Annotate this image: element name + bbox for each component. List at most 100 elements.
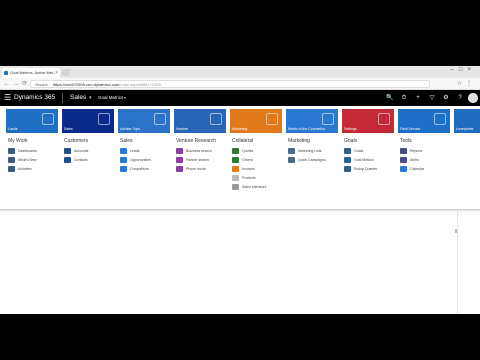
menu-item[interactable]: Rollup Queries xyxy=(344,165,398,174)
browser-menu-icons[interactable]: ☆⋮ xyxy=(457,80,476,87)
menu-item-icon xyxy=(400,148,407,154)
menu-item-label: Alerts xyxy=(410,158,419,162)
menu-item-label: Activities xyxy=(18,167,32,171)
area-tile[interactable]: Lands xyxy=(6,109,58,133)
url-field[interactable]: Secure https://crm572905.crm.dynamics.co… xyxy=(30,80,430,88)
menu-item[interactable]: Orders xyxy=(232,156,286,165)
menu-item[interactable]: Competitors xyxy=(120,165,174,174)
breadcrumb[interactable]: Goal Metrics xyxy=(98,90,123,106)
browser-tab[interactable]: Goal Metrics: Active Met... × xyxy=(2,68,60,78)
area-tile[interactable]: Sales xyxy=(62,109,114,133)
avatar[interactable] xyxy=(468,93,478,103)
menu-column: Venture Research Business search Partner s… xyxy=(176,137,230,174)
menu-column: Marketing Marketing Lists Quick Campaigns xyxy=(288,137,342,165)
menu-item[interactable]: Phone mode xyxy=(176,165,230,174)
menu-item-icon xyxy=(400,166,407,172)
browser-tab-strip: Goal Metrics: Active Met... × –□× xyxy=(0,66,480,78)
url-host: https://crm572905.crm.dynamics.com xyxy=(52,82,120,87)
tile-label: Venture xyxy=(176,127,189,131)
menu-item[interactable]: Calendar xyxy=(400,165,454,174)
tile-icon xyxy=(154,113,166,125)
menu-item-label: Invoices xyxy=(242,167,255,171)
menu-item-label: Competitors xyxy=(130,167,149,171)
menu-group-heading: Tools xyxy=(400,138,412,144)
tile-label: Marketing xyxy=(232,127,248,131)
menu-item-icon xyxy=(344,148,351,154)
menu-item[interactable]: Quick Campaigns xyxy=(288,156,342,165)
menu-item[interactable]: Partner search xyxy=(176,156,230,165)
menu-item[interactable]: Sales Literature xyxy=(232,183,286,192)
menu-item-icon xyxy=(8,157,15,163)
create-new-icon[interactable]: + xyxy=(412,90,424,106)
menu-item[interactable]: Invoices xyxy=(232,165,286,174)
menu-item-label: Sales Literature xyxy=(242,185,267,189)
menu-item[interactable]: Activities xyxy=(8,165,62,174)
help-icon[interactable]: ? xyxy=(454,90,466,106)
filter-icon[interactable]: ▽ xyxy=(426,90,438,106)
tile-label: Settings xyxy=(344,127,357,131)
menu-item[interactable]: Leads xyxy=(120,147,174,156)
menu-item-icon xyxy=(232,166,239,172)
menu-item-label: Leads xyxy=(130,149,140,153)
menu-item[interactable]: Alerts xyxy=(400,156,454,165)
menu-item-icon xyxy=(8,166,15,172)
gear-icon[interactable]: ⚙ xyxy=(440,90,452,106)
tile-icon xyxy=(378,113,390,125)
new-tab-button[interactable] xyxy=(60,69,72,76)
recent-icon[interactable]: ⏱ xyxy=(398,90,410,106)
menu-item[interactable]: Marketing Lists xyxy=(288,147,342,156)
module-name[interactable]: Sales xyxy=(70,90,86,106)
menu-item[interactable]: Goals xyxy=(344,147,398,156)
back-forward-reload-icons[interactable]: ←→⟳ xyxy=(4,80,30,87)
address-bar: ←→⟳ Secure https://crm572905.crm.dynamic… xyxy=(0,78,480,90)
menu-item-icon xyxy=(64,148,71,154)
menu-group-heading: Customers xyxy=(64,138,89,144)
menu-item-icon xyxy=(120,148,127,154)
menu-item-label: Phone mode xyxy=(186,167,206,171)
menu-item[interactable]: Dashboards xyxy=(8,147,62,156)
area-tile[interactable]: Venture xyxy=(174,109,226,133)
menu-item-label: Products xyxy=(242,176,256,180)
menu-item[interactable]: Business search xyxy=(176,147,230,156)
menu-item-icon xyxy=(232,184,239,190)
menu-item-label: Reports xyxy=(410,149,423,153)
menu-item[interactable]: Products xyxy=(232,174,286,183)
menu-column: My Work Dashboards What's New Activities xyxy=(8,137,62,174)
window-controls[interactable]: –□× xyxy=(451,67,476,73)
sitemap-menu: My Work Dashboards What's New Activities Cus… xyxy=(8,137,480,207)
menu-item-icon xyxy=(232,175,239,181)
menu-item[interactable]: Goal Metrics xyxy=(344,156,398,165)
area-tile[interactable]: Metric of the Counsellor xyxy=(286,109,338,133)
area-tile[interactable]: Lonelyview xyxy=(454,109,480,133)
menu-group-heading: Sales xyxy=(120,138,133,144)
brand-title[interactable]: Dynamics 365 xyxy=(14,90,55,106)
menu-group-heading: Goals xyxy=(344,138,358,144)
menu-item-label: Goals xyxy=(354,149,364,153)
menu-item-label: Calendar xyxy=(410,167,425,171)
menu-item[interactable]: Quotes xyxy=(232,147,286,156)
chevron-down-icon[interactable]: ▾ xyxy=(89,90,92,106)
menu-item-icon xyxy=(288,148,295,154)
area-tile[interactable]: Adviser Tops xyxy=(118,109,170,133)
tile-icon xyxy=(210,113,222,125)
area-tile[interactable]: Settings xyxy=(342,109,394,133)
menu-item[interactable]: Opportunities xyxy=(120,156,174,165)
menu-item[interactable]: Accounts xyxy=(64,147,118,156)
area-tile[interactable]: Field Service xyxy=(398,109,450,133)
menu-group-heading: Venture Research xyxy=(176,138,217,144)
menu-column: Sales Leads Opportunities Competitors xyxy=(120,137,174,174)
search-icon[interactable]: 🔍 xyxy=(384,90,396,106)
close-tab-icon[interactable]: × xyxy=(55,68,58,78)
breadcrumb-chevron-icon[interactable]: ▾ xyxy=(124,90,126,106)
menu-item-label: Rollup Queries xyxy=(354,167,378,171)
scrollbar[interactable] xyxy=(455,229,457,233)
menu-item[interactable]: Contacts xyxy=(64,156,118,165)
menu-item-label: Goal Metrics xyxy=(354,158,374,162)
menu-item[interactable]: What's New xyxy=(8,156,62,165)
menu-group-heading: Marketing xyxy=(288,138,310,144)
area-tile[interactable]: Marketing xyxy=(230,109,282,133)
app-launcher-icon[interactable]: ☰ xyxy=(4,94,11,102)
tile-icon xyxy=(42,113,54,125)
menu-item-label: Marketing Lists xyxy=(298,149,322,153)
menu-item[interactable]: Reports xyxy=(400,147,454,156)
